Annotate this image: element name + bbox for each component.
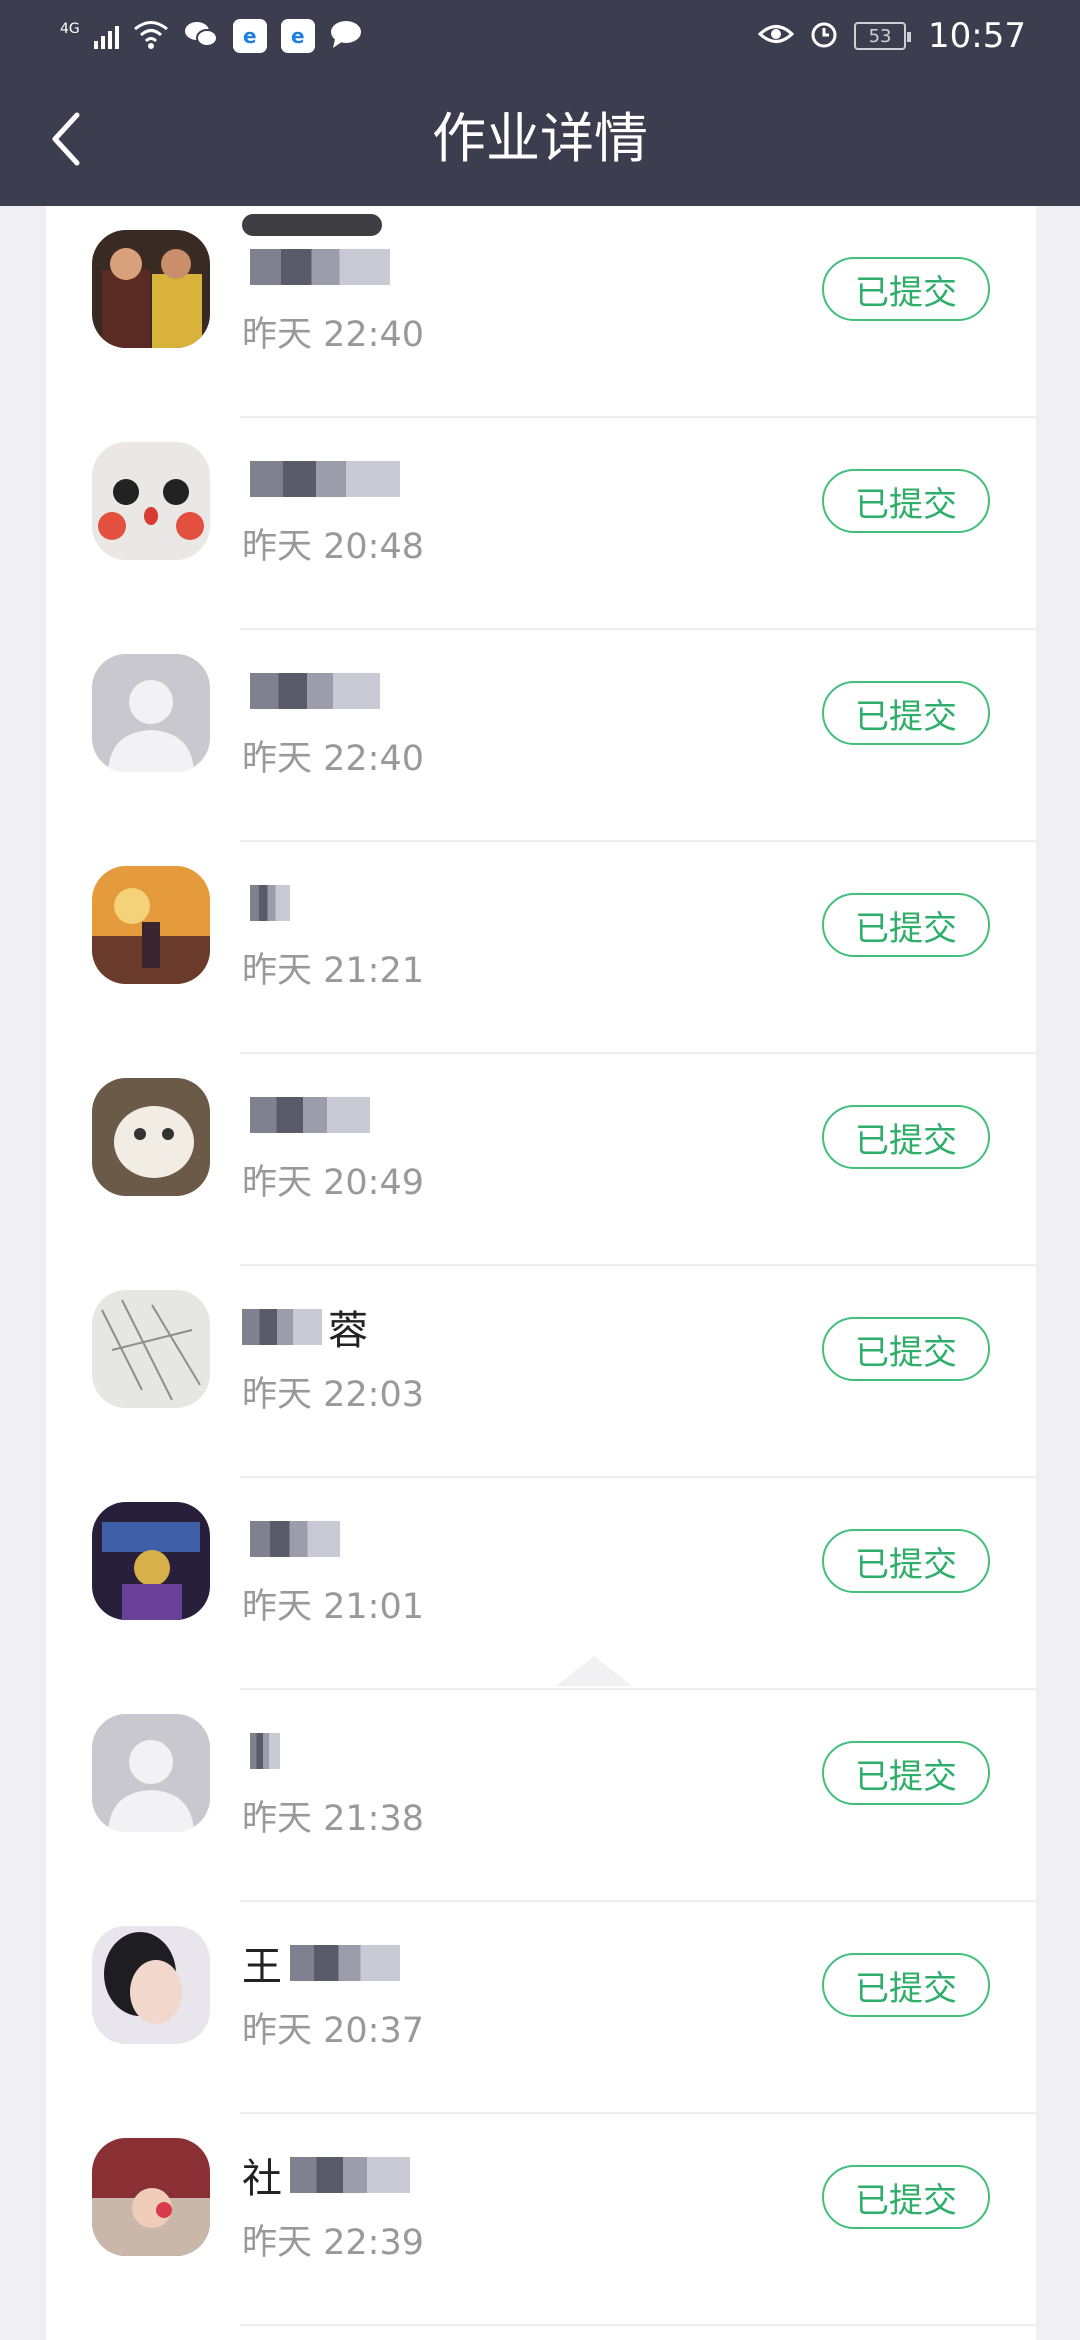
list-item[interactable]: 社 昨天 22:39 已提交 <box>46 2114 1036 2326</box>
status-icons-right: 53 10:57 <box>757 16 1026 56</box>
status-badge[interactable]: 已提交 <box>822 257 990 321</box>
app-icon: e <box>280 19 315 53</box>
submit-time: 昨天 22:40 <box>242 315 424 355</box>
blurred-name <box>250 673 380 709</box>
battery-icon: 53 <box>854 22 912 50</box>
status-icons-left: 4G e e <box>60 19 363 53</box>
avatar[interactable] <box>92 1290 210 1408</box>
avatar[interactable] <box>92 2138 210 2256</box>
student-name: 王 <box>242 1938 400 1990</box>
avatar[interactable] <box>92 866 210 984</box>
wechat-icon <box>183 19 219 53</box>
submit-time: 昨天 22:39 <box>242 2223 424 2263</box>
student-name <box>242 1514 340 1564</box>
network-type: 4G <box>60 21 80 37</box>
blurred-name <box>250 1097 370 1133</box>
battery-level: 53 <box>868 25 892 47</box>
avatar[interactable] <box>92 1078 210 1196</box>
submit-time: 昨天 21:38 <box>242 1799 424 1839</box>
status-bar: 4G e e 53 10:57 <box>0 0 1080 72</box>
default-avatar[interactable] <box>92 654 210 772</box>
avatar[interactable] <box>92 1502 210 1620</box>
submit-time: 昨天 20:48 <box>242 527 424 567</box>
blurred-name <box>250 1733 280 1769</box>
list-item[interactable]: 昨天 22:40 已提交 <box>46 630 1036 842</box>
message-icon <box>329 19 363 53</box>
status-badge[interactable]: 已提交 <box>822 1105 990 1169</box>
status-badge[interactable]: 已提交 <box>822 2165 990 2229</box>
wifi-icon <box>133 19 169 53</box>
student-name <box>242 878 290 928</box>
blurred-name <box>290 1945 400 1981</box>
default-avatar[interactable] <box>92 1714 210 1832</box>
submit-time: 昨天 22:40 <box>242 739 424 779</box>
list-item[interactable]: 昨天 21:01 已提交 <box>46 1478 1036 1690</box>
status-badge[interactable]: 已提交 <box>822 681 990 745</box>
submit-time: 昨天 20:37 <box>242 2011 424 2051</box>
blurred-name <box>250 1521 340 1557</box>
submit-time: 昨天 21:21 <box>242 951 424 991</box>
submit-time: 昨天 21:01 <box>242 1587 424 1627</box>
blurred-name <box>250 249 390 285</box>
student-name <box>242 1726 280 1776</box>
list-item[interactable]: 昨天 21:38 已提交 <box>46 1690 1036 1902</box>
scroll-indicator <box>556 1656 632 1686</box>
list-item[interactable]: 昨天 22:40 已提交 <box>46 206 1036 418</box>
blurred-name <box>250 885 290 921</box>
blurred-name <box>290 2157 410 2193</box>
student-name <box>242 242 390 292</box>
list-item[interactable]: 蓉 昨天 22:03 已提交 <box>46 1266 1036 1478</box>
submit-time: 昨天 22:03 <box>242 1375 424 1415</box>
list-item[interactable]: 昨天 20:49 已提交 <box>46 1054 1036 1266</box>
student-name: 蓉 <box>242 1302 368 1354</box>
student-name: 社 <box>242 2150 410 2202</box>
list-item[interactable]: 昨天 21:21 已提交 <box>46 842 1036 1054</box>
status-badge[interactable]: 已提交 <box>822 893 990 957</box>
avatar[interactable] <box>92 1926 210 2044</box>
blurred-name <box>250 461 400 497</box>
page-title: 作业详情 <box>432 107 648 170</box>
avatar[interactable] <box>92 442 210 560</box>
status-badge[interactable]: 已提交 <box>822 469 990 533</box>
list-item[interactable]: 王 昨天 20:37 已提交 <box>46 1902 1036 2114</box>
nav-bar: 作业详情 <box>0 72 1080 206</box>
signal-icon <box>93 23 119 49</box>
status-badge[interactable]: 已提交 <box>822 1953 990 2017</box>
status-badge[interactable]: 已提交 <box>822 1317 990 1381</box>
student-name <box>242 454 400 504</box>
status-badge[interactable]: 已提交 <box>822 1529 990 1593</box>
clock: 10:57 <box>928 16 1026 56</box>
blurred-name <box>242 1309 322 1345</box>
eye-icon <box>757 21 795 51</box>
student-name <box>242 666 380 716</box>
avatar[interactable] <box>92 230 210 348</box>
submission-list[interactable]: 昨天 22:40 已提交 昨天 20:48 已提交 昨天 22:40 已提交 昨… <box>46 206 1036 2340</box>
divider <box>240 2324 1036 2326</box>
alarm-icon <box>808 18 840 54</box>
student-name <box>242 1090 370 1140</box>
app-icon: e <box>232 19 267 53</box>
list-item[interactable]: 昨天 20:48 已提交 <box>46 418 1036 630</box>
status-badge[interactable]: 已提交 <box>822 1741 990 1805</box>
submit-time: 昨天 20:49 <box>242 1163 424 1203</box>
